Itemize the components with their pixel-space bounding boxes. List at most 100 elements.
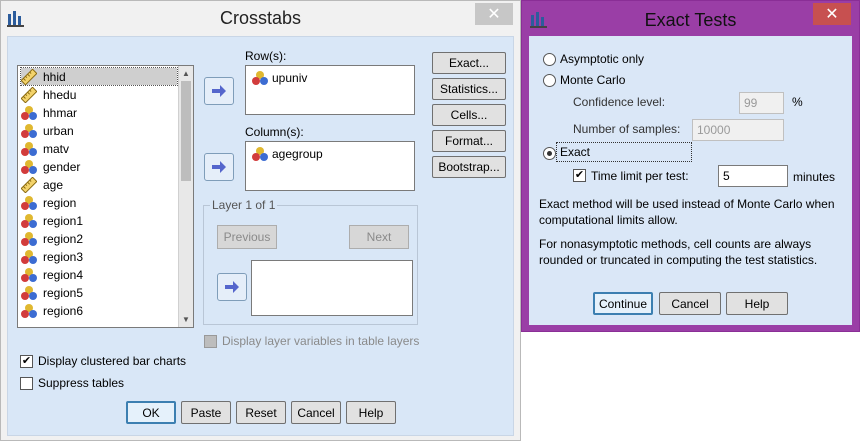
nominal-icon — [21, 141, 37, 156]
close-button[interactable]: ✕ — [813, 3, 851, 25]
rows-value: upuniv — [272, 71, 308, 85]
rows-box[interactable]: upuniv — [245, 65, 415, 115]
display-clustered-label: Display clustered bar charts — [38, 354, 187, 368]
move-to-layer-button[interactable] — [217, 273, 247, 301]
move-to-rows-button[interactable] — [204, 77, 234, 105]
crosstabs-titlebar[interactable]: Crosstabs ✕ — [1, 1, 520, 36]
variable-item[interactable]: region6 — [21, 302, 177, 319]
nominal-icon — [21, 195, 37, 210]
exact-tests-body: Asymptotic only Monte Carlo Confidence l… — [529, 36, 852, 325]
scroll-up-icon[interactable]: ▲ — [179, 66, 193, 81]
scale-icon — [21, 176, 37, 193]
statistics-button[interactable]: Statistics... — [432, 78, 506, 100]
variable-item[interactable]: hhedu — [21, 86, 177, 103]
scroll-thumb[interactable] — [181, 81, 191, 181]
samples-field[interactable]: 10000 — [692, 119, 784, 141]
nominal-icon — [21, 159, 37, 174]
variable-item[interactable]: region2 — [21, 230, 177, 247]
cells-button[interactable]: Cells... — [432, 104, 506, 126]
display-layer-checkbox[interactable] — [204, 335, 217, 348]
variable-label: hhid — [43, 69, 66, 84]
asymptotic-radio[interactable] — [543, 53, 556, 66]
variable-item[interactable]: gender — [21, 158, 177, 175]
confidence-field[interactable]: 99 — [739, 92, 784, 114]
nonasymptotic-note: For nonasymptotic methods, cell counts a… — [539, 237, 818, 267]
nominal-icon — [21, 105, 37, 120]
variable-item[interactable]: hhid — [20, 67, 178, 86]
arrow-right-icon — [212, 161, 226, 173]
exact-radio[interactable] — [543, 147, 556, 160]
variable-label: region1 — [43, 213, 84, 228]
reset-button[interactable]: Reset — [236, 401, 286, 424]
variable-label: region4 — [43, 267, 84, 282]
cancel-button[interactable]: Cancel — [291, 401, 341, 424]
exact-button[interactable]: Exact... — [432, 52, 506, 74]
variable-item[interactable]: region4 — [21, 266, 177, 283]
help-button[interactable]: Help — [726, 292, 788, 315]
crosstabs-title: Crosstabs — [219, 8, 302, 28]
bootstrap-button[interactable]: Bootstrap... — [432, 156, 506, 178]
suppress-tables-checkbox[interactable] — [20, 377, 33, 390]
ok-button[interactable]: OK — [126, 401, 176, 424]
suppress-tables-label: Suppress tables — [38, 376, 125, 390]
variable-item[interactable]: matv — [21, 140, 177, 157]
variable-label: urban — [43, 123, 74, 138]
display-layer-label: Display layer variables in table layers — [222, 334, 420, 348]
format-button[interactable]: Format... — [432, 130, 506, 152]
variable-list[interactable]: ▲ ▼ hhid hhedu hhmar urban matv gender age regi… — [17, 65, 194, 328]
scale-icon — [21, 68, 37, 85]
variable-item[interactable]: region — [21, 194, 177, 211]
variable-label: region3 — [43, 249, 84, 264]
nominal-icon — [21, 285, 37, 300]
exact-tests-window: Exact Tests ✕ Asymptotic only Monte Carl… — [521, 0, 860, 332]
monte-carlo-radio[interactable] — [543, 74, 556, 87]
variable-label: hhedu — [43, 87, 77, 102]
nominal-icon — [21, 303, 37, 318]
continue-button[interactable]: Continue — [593, 292, 653, 315]
display-clustered-checkbox[interactable]: ✔ — [20, 355, 33, 368]
variable-item[interactable]: region1 — [21, 212, 177, 229]
rows-item[interactable]: upuniv — [252, 70, 307, 86]
variable-list-scrollbar[interactable]: ▲ ▼ — [178, 66, 193, 327]
variable-label: gender — [43, 159, 81, 174]
time-limit-label: Time limit per test: — [591, 169, 689, 183]
variable-label: hhmar — [43, 105, 78, 120]
close-button[interactable]: ✕ — [475, 3, 513, 25]
paste-button[interactable]: Paste — [181, 401, 231, 424]
cancel-button[interactable]: Cancel — [659, 292, 721, 315]
layer-group: Layer 1 of 1 Previous Next — [203, 198, 418, 325]
variable-label: region — [43, 195, 77, 210]
nominal-icon — [21, 267, 37, 282]
scroll-down-icon[interactable]: ▼ — [179, 312, 193, 327]
exact-tests-title: Exact Tests — [644, 10, 737, 30]
confidence-label: Confidence level: — [573, 95, 666, 109]
help-button[interactable]: Help — [346, 401, 396, 424]
time-limit-checkbox[interactable]: ✔ — [573, 169, 586, 182]
layer-box[interactable] — [251, 260, 413, 316]
exact-tests-titlebar[interactable]: Exact Tests ✕ — [522, 1, 859, 36]
move-to-columns-button[interactable] — [204, 153, 234, 181]
variable-item[interactable]: region3 — [21, 248, 177, 265]
variable-item[interactable]: region5 — [21, 284, 177, 301]
exact-note: Exact method will be used instead of Mon… — [539, 197, 835, 227]
nominal-icon — [252, 147, 268, 161]
variable-item[interactable]: urban — [21, 122, 177, 139]
crosstabs-window: Crosstabs ✕ ▲ ▼ hhid hhedu hhmar urban matv g… — [0, 0, 521, 441]
arrow-right-icon — [225, 281, 239, 293]
columns-box[interactable]: agegroup — [245, 141, 415, 191]
percent-label: % — [792, 95, 803, 109]
variable-label: region6 — [43, 303, 84, 318]
variable-item[interactable]: age — [21, 176, 177, 193]
variable-item[interactable]: hhmar — [21, 104, 177, 121]
previous-button[interactable]: Previous — [217, 225, 277, 249]
columns-item[interactable]: agegroup — [252, 146, 323, 162]
time-limit-field[interactable]: 5 — [718, 165, 788, 187]
nominal-icon — [21, 213, 37, 228]
checkmark-icon: ✔ — [574, 169, 585, 181]
next-button[interactable]: Next — [349, 225, 409, 249]
exact-label: Exact — [556, 142, 692, 162]
close-icon: ✕ — [825, 6, 839, 23]
variable-label: matv — [43, 141, 70, 156]
scale-icon — [21, 86, 37, 103]
nominal-icon — [252, 71, 268, 85]
